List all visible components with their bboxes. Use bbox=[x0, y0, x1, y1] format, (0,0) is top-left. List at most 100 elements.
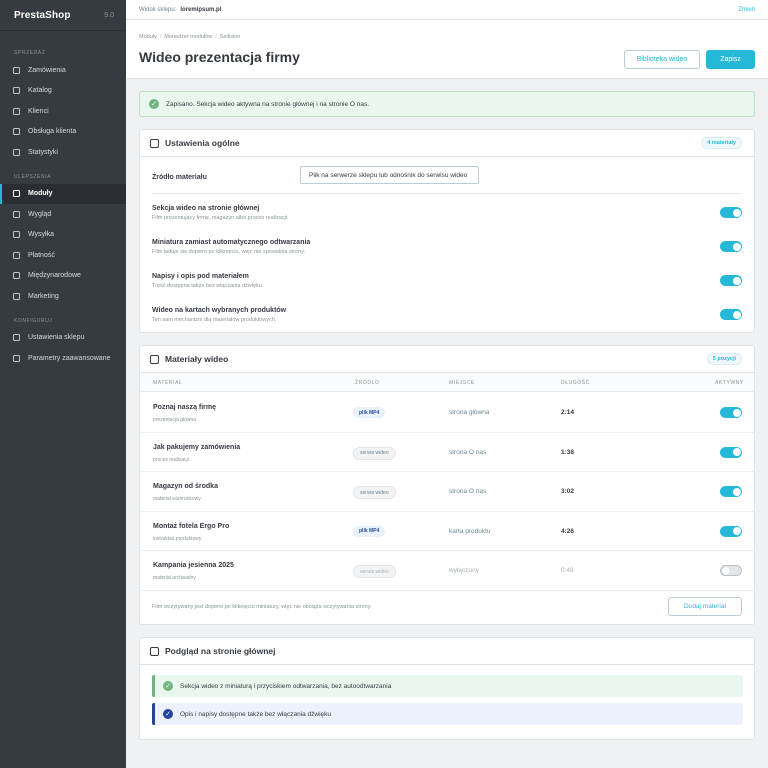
sidebar-item-label: Zamówienia bbox=[28, 66, 66, 74]
sidebar-item-label: Międzynarodowe bbox=[28, 272, 81, 280]
source-badge: serwis wideo bbox=[353, 565, 396, 578]
sidebar-item-international[interactable]: Międzynarodowe bbox=[0, 266, 126, 287]
sidebar-item-modules[interactable]: Moduły bbox=[0, 183, 126, 204]
sidebar-item-label: Wygląd bbox=[28, 210, 52, 218]
active-toggle[interactable] bbox=[720, 446, 742, 458]
table-row: Kampania jesienna 2025 materiał archiwal… bbox=[140, 551, 754, 591]
breadcrumb-modules[interactable]: Moduły bbox=[139, 34, 157, 40]
card-title: Podgląd na stronie głównej bbox=[165, 646, 276, 656]
option-desc: Ten sam mechanizm dla materiałów produkt… bbox=[152, 317, 277, 323]
page-header: Moduły / Menedżer modułów / Sellision Wi… bbox=[126, 20, 768, 79]
card-title: Ustawienia ogólne bbox=[165, 138, 240, 148]
video-library-button[interactable]: Biblioteka wideo bbox=[624, 50, 700, 69]
sidebar-item-orders[interactable]: Zamówienia bbox=[0, 60, 126, 81]
note-text: Sekcja wideo z miniaturą i przyciskiem o… bbox=[180, 682, 392, 690]
table-header: MATERIAŁ ŹRÓDŁO MIEJSCE DŁUGOŚĆ AKTYWNY bbox=[140, 373, 754, 392]
sidebar-item-label: Katalog bbox=[28, 87, 52, 95]
material-duration: 2:14 bbox=[561, 409, 575, 416]
preview-note-thumbnail: ✓ Sekcja wideo z miniaturą i przyciskiem… bbox=[152, 675, 743, 697]
preview-card: Podgląd na stronie głównej ✓ Sekcja wide… bbox=[139, 637, 755, 740]
sidebar-item-stats[interactable]: Statystyki bbox=[0, 142, 126, 163]
sidebar-item-label: Parametry zaawansowane bbox=[28, 354, 111, 362]
sidebar-item-advanced-parameters[interactable]: Parametry zaawansowane bbox=[0, 348, 126, 369]
preview-note-captions: ✓ Opis i napisy dostępne także bez włącz… bbox=[152, 703, 743, 725]
sidebar-item-payment[interactable]: Płatność bbox=[0, 245, 126, 266]
active-toggle[interactable] bbox=[720, 525, 742, 537]
source-select[interactable]: Plik na serwerze sklepu lub odnośnik do … bbox=[300, 166, 479, 184]
material-sub: materiał wizerunkowy bbox=[153, 496, 201, 502]
option-homepage-section: Sekcja wideo na stronie głównej Film pre… bbox=[152, 205, 742, 221]
nav-section-sales: SPRZEDAŻ bbox=[14, 50, 46, 56]
material-sub: proces realizacji bbox=[153, 456, 189, 463]
material-name: Magazyn od środka bbox=[153, 483, 218, 490]
shop-parameters-icon bbox=[13, 334, 20, 342]
success-alert-text: Zapisano. Sekcja wideo aktywna na stroni… bbox=[166, 100, 370, 108]
page-title: Wideo prezentacja firmy bbox=[139, 49, 300, 65]
preview-icon bbox=[150, 646, 159, 656]
settings-icon bbox=[150, 138, 159, 148]
column-header: ŹRÓDŁO bbox=[355, 380, 380, 386]
general-settings-card: Ustawienia ogólne 4 materiały Źródło mat… bbox=[139, 129, 755, 333]
catalog-icon bbox=[13, 87, 20, 95]
divider bbox=[152, 193, 742, 194]
brand-bar: PrestaShop 9.0 bbox=[0, 0, 126, 31]
stats-icon bbox=[13, 148, 20, 156]
sidebar: PrestaShop 9.0 SPRZEDAŻ Zamówienia Katal… bbox=[0, 0, 126, 768]
active-toggle[interactable] bbox=[720, 565, 742, 576]
video-materials-card: Materiały wideo 5 pozycji MATERIAŁ ŹRÓDŁ… bbox=[139, 345, 755, 625]
customers-icon bbox=[13, 107, 20, 115]
modules-icon bbox=[13, 190, 20, 198]
option-title: Napisy i opis pod materiałem bbox=[152, 273, 249, 280]
design-icon bbox=[13, 210, 20, 218]
source-badge: plik MP4 bbox=[353, 525, 386, 537]
source-badge: plik MP4 bbox=[353, 407, 386, 418]
international-icon bbox=[13, 272, 20, 280]
sidebar-item-design[interactable]: Wygląd bbox=[0, 204, 126, 225]
count-badge: 4 materiały bbox=[701, 137, 742, 149]
version-label: 9.0 bbox=[104, 11, 114, 19]
material-sub: materiał archiwalny bbox=[153, 575, 196, 581]
table-footnote: Film wczytywany jest dopiero po kliknięc… bbox=[152, 604, 372, 610]
count-badge: 5 pozycji bbox=[706, 353, 742, 365]
check-circle-icon: ✓ bbox=[163, 681, 173, 691]
captions-toggle[interactable] bbox=[720, 275, 742, 286]
source-badge: serwis wideo bbox=[353, 446, 396, 460]
breadcrumb-separator: / bbox=[215, 34, 217, 40]
material-place: strona O nas bbox=[449, 488, 487, 495]
sidebar-item-shop-parameters[interactable]: Ustawienia sklepu bbox=[0, 328, 126, 349]
video-icon bbox=[150, 354, 159, 364]
check-circle-icon: ✓ bbox=[149, 99, 159, 109]
sidebar-item-catalog[interactable]: Katalog bbox=[0, 81, 126, 102]
breadcrumb-module-manager[interactable]: Menedżer modułów bbox=[164, 34, 212, 40]
active-toggle[interactable] bbox=[720, 407, 742, 418]
card-title: Materiały wideo bbox=[165, 354, 229, 364]
sidebar-item-label: Płatność bbox=[28, 251, 55, 259]
brand-logo[interactable]: PrestaShop bbox=[14, 10, 71, 21]
shipping-icon bbox=[13, 231, 20, 239]
material-duration: 1:38 bbox=[561, 448, 575, 456]
material-name: Poznaj naszą firmę bbox=[153, 404, 217, 411]
material-duration: 0:48 bbox=[561, 567, 574, 574]
material-duration: 4:26 bbox=[561, 527, 575, 535]
homepage-section-toggle[interactable] bbox=[720, 207, 742, 218]
active-toggle[interactable] bbox=[720, 486, 742, 497]
table-row: Magazyn od środka materiał wizerunkowy s… bbox=[140, 472, 754, 512]
breadcrumb-current: Sellision bbox=[219, 34, 241, 40]
option-desc: Film prezentujący firmę, magazyn albo pr… bbox=[152, 215, 289, 221]
sidebar-item-marketing[interactable]: Marketing bbox=[0, 286, 126, 307]
change-shop-link[interactable]: Zmień bbox=[738, 7, 755, 13]
success-alert: ✓ Zapisano. Sekcja wideo aktywna na stro… bbox=[139, 91, 755, 117]
material-name: Kampania jesienna 2025 bbox=[153, 562, 234, 569]
material-sub: instruktaż produktowy bbox=[153, 535, 202, 542]
thumbnail-toggle[interactable] bbox=[720, 241, 742, 252]
sidebar-item-customers[interactable]: Klienci bbox=[0, 101, 126, 122]
save-button[interactable]: Zapisz bbox=[706, 50, 755, 69]
product-cards-toggle[interactable] bbox=[720, 309, 742, 320]
sidebar-item-shipping[interactable]: Wysyłka bbox=[0, 225, 126, 246]
shop-view-link[interactable]: loremipsum.pl bbox=[180, 7, 221, 13]
table-row: Montaż fotela Ergo Pro instruktaż produk… bbox=[140, 512, 754, 551]
marketing-icon bbox=[13, 292, 20, 300]
nav-section-configure: KONFIGURUJ bbox=[14, 317, 53, 324]
add-material-button[interactable]: Dodaj materiał bbox=[668, 597, 742, 616]
sidebar-item-customer-service[interactable]: Obsługa klienta bbox=[0, 122, 126, 143]
